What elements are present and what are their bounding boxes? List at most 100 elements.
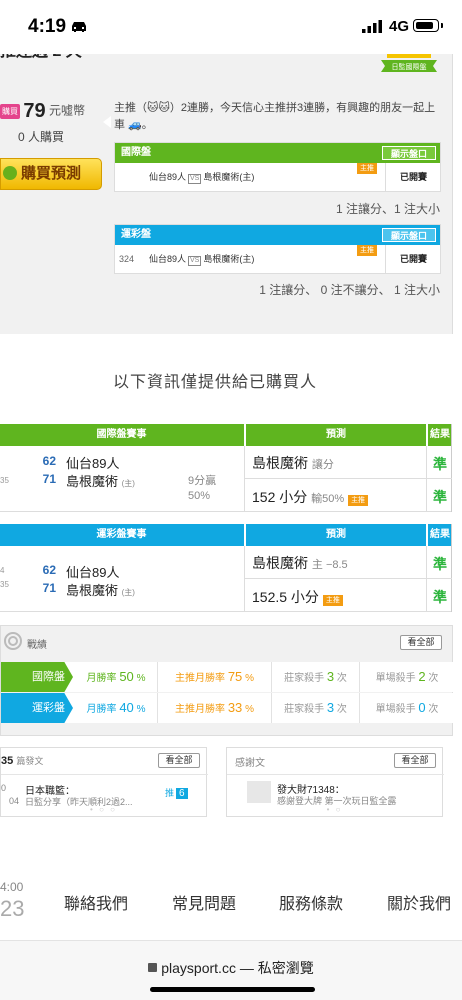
result-total: 準: [433, 489, 447, 505]
game-status: 已開賽: [385, 245, 441, 273]
home-team: 島根魔術 (主): [66, 583, 135, 598]
price-tag: 購買: [0, 104, 20, 119]
away-team: 仙台89人: [66, 565, 120, 580]
vs-icon: VS: [188, 174, 202, 184]
record-row-sport: 運彩盤 月勝率 40 % 主推月勝率 33 % 莊家殺手 3 次 單場殺手 0 …: [1, 693, 454, 723]
main-month-win-rate: 主推月勝率 33 %: [157, 693, 271, 723]
record-row-intl: 國際盤 月勝率 50 % 主推月勝率 75 % 莊家殺手 3 次 單場殺手 2 …: [1, 662, 454, 692]
intl-game-box: 國際盤 顯示盤口 仙台89人 VS 島根魔術(主) 主推 已開賽: [114, 142, 441, 192]
away-score: 62: [42, 563, 56, 577]
game-time: 35: [0, 580, 9, 589]
record-view-all-button[interactable]: 看全部: [400, 635, 442, 650]
game-status: 已開賽: [385, 163, 441, 191]
sport-game-box: 運彩盤 顯示盤口 324 仙台89人 VS 島根魔術(主) 主推 已開賽: [114, 224, 441, 274]
footer-contact-link[interactable]: 聯絡我們: [64, 890, 128, 914]
intl-table-header: 國際盤賽事 預測 結果: [0, 424, 451, 446]
away-team: 仙台89人: [66, 456, 120, 471]
carousel-dots: • ○ ○: [90, 805, 117, 814]
sport-table-header: 運彩盤賽事 預測 結果: [0, 524, 451, 546]
status-bar: 4:19 4G: [0, 0, 462, 54]
col-event: 國際盤賽事: [96, 429, 147, 440]
month-win-rate: 月勝率 40 %: [86, 700, 146, 715]
record-title: 戰績: [27, 640, 47, 651]
table-row: 35 62 仙台89人 71 島根魔術 (主) 9分贏 50% 島根魔術 讓分 …: [0, 446, 452, 512]
prediction-spread: 島根魔術 主 −8.5: [252, 555, 348, 571]
status-time: 4:19: [28, 16, 67, 37]
single-killer: 單場殺手 2 次: [359, 662, 454, 692]
prediction-total: 152 小分 輸50% 主推: [252, 487, 369, 507]
home-team: 島根魔術 (主): [66, 474, 135, 489]
intl-summary: 1 注讓分、1 注大小: [335, 202, 440, 216]
single-killer: 單場殺手 0 次: [359, 693, 454, 723]
footer-faq-link[interactable]: 常見問題: [172, 890, 236, 914]
prediction-panel: 推連過 2 天 日監國際盤 購買 79 元噓幣 0 人購買 購買預測 主推（🐱🐱…: [0, 48, 453, 334]
sport-result-table: 運彩盤賽事 預測 結果 4 35 62 仙台89人 71 島根魔術 (主) 島根…: [0, 524, 452, 612]
col-result: 結果: [430, 529, 450, 540]
month-win-rate: 月勝率 50 %: [86, 669, 146, 684]
thanks-view-all-button[interactable]: 看全部: [394, 753, 436, 768]
posts-view-all-button[interactable]: 看全部: [158, 753, 200, 768]
buy-prediction-label: 購買預測: [21, 165, 82, 182]
browser-url-bar[interactable]: playsport.cc — 私密瀏覽: [0, 940, 462, 1000]
intl-show-line-button[interactable]: 顯示盤口: [382, 146, 436, 160]
game-time: 35: [0, 476, 9, 485]
svg-text:日監國際盤: 日監國際盤: [392, 62, 427, 71]
footer-time-bottom: 23: [0, 896, 25, 921]
post-date-top: 0: [1, 783, 7, 793]
push-count: 推6: [165, 786, 188, 799]
intl-game-row: 仙台89人 VS 島根魔術(主) 主推 已開賽: [115, 163, 440, 191]
win-note: 9分贏: [188, 475, 217, 487]
bought-count: 0 人購買: [18, 130, 65, 144]
intl-result-table: 國際盤賽事 預測 結果 35 62 仙台89人 71 島根魔術 (主) 9分贏 …: [0, 424, 452, 512]
home-score: 71: [42, 581, 56, 595]
away-score: 62: [42, 454, 56, 468]
col-prediction: 預測: [326, 429, 346, 440]
sport-game-row: 324 仙台89人 VS 島根魔術(主) 主推 已開賽: [115, 245, 440, 273]
home-indicator[interactable]: [150, 987, 315, 992]
battery-tip: [441, 23, 443, 28]
thanks-title: 感謝文: [235, 758, 265, 769]
record-label: 國際盤: [1, 662, 73, 692]
col-result: 結果: [430, 429, 450, 440]
main-pick-tag: 主推: [357, 245, 377, 256]
intl-header-label: 國際盤: [121, 147, 151, 158]
signal-icon: [362, 20, 382, 33]
url-display[interactable]: playsport.cc — 私密瀏覽: [0, 958, 462, 978]
network-label: 4G: [389, 18, 410, 35]
price-value: 79: [23, 100, 46, 122]
record-label: 運彩盤: [1, 693, 73, 723]
thanks-thumbnail: [247, 781, 271, 803]
home-score: 71: [42, 472, 56, 486]
result-spread: 準: [433, 556, 447, 572]
table-row: 4 35 62 仙台89人 71 島根魔術 (主) 島根魔術 主 −8.5 準 …: [0, 546, 452, 612]
prediction-spread: 島根魔術 讓分: [252, 455, 334, 471]
col-prediction: 預測: [326, 529, 346, 540]
vs-icon: VS: [188, 256, 202, 266]
price-unit: 元噓幣: [48, 103, 85, 118]
col-event: 運彩盤賽事: [96, 529, 147, 540]
intl-header: 國際盤 顯示盤口: [115, 143, 440, 163]
lock-icon: [148, 963, 158, 972]
main-month-win-rate: 主推月勝率 75 %: [157, 662, 271, 692]
posts-title: 35 篇發文: [1, 755, 44, 767]
record-section: 戰績 看全部 國際盤 月勝率 50 % 主推月勝率 75 % 莊家殺手 3 次 …: [0, 625, 454, 736]
banker-killer: 莊家殺手 3 次: [271, 662, 359, 692]
sport-show-line-button[interactable]: 顯示盤口: [382, 228, 436, 242]
buy-prediction-button[interactable]: 購買預測: [0, 158, 102, 190]
thanks-card: 感謝文 看全部 發大財71348： 感謝登大牌 第一次玩日監全露 • ○: [226, 747, 444, 817]
sport-header: 運彩盤 顯示盤口: [115, 225, 440, 245]
game-number: 324: [119, 254, 135, 264]
footer-terms-link[interactable]: 服務條款: [279, 890, 343, 914]
footer-about-link[interactable]: 關於我們: [387, 890, 451, 914]
result-total: 準: [433, 589, 447, 605]
pick-note: 主推（🐱🐱）2連勝，今天信心主推拼3連勝，有興趣的朋友一起上車 🚙。: [114, 102, 436, 131]
price-line: 購買 79 元噓幣: [0, 100, 85, 123]
banker-killer: 莊家殺手 3 次: [271, 693, 359, 723]
posts-card: 35 篇發文 看全部 0 04 日本職籃： 日監分享（昨天順利2過2... 推6…: [0, 747, 208, 817]
target-icon: [4, 632, 22, 650]
prediction-total: 152.5 小分 主推: [252, 587, 343, 607]
main-pick-tag: 主推: [357, 163, 377, 174]
footer-time-top: 4:00: [0, 880, 24, 894]
sport-summary: 1 注讓分、 0 注不讓分、 1 注大小: [259, 283, 440, 297]
coin-icon: [3, 166, 17, 180]
